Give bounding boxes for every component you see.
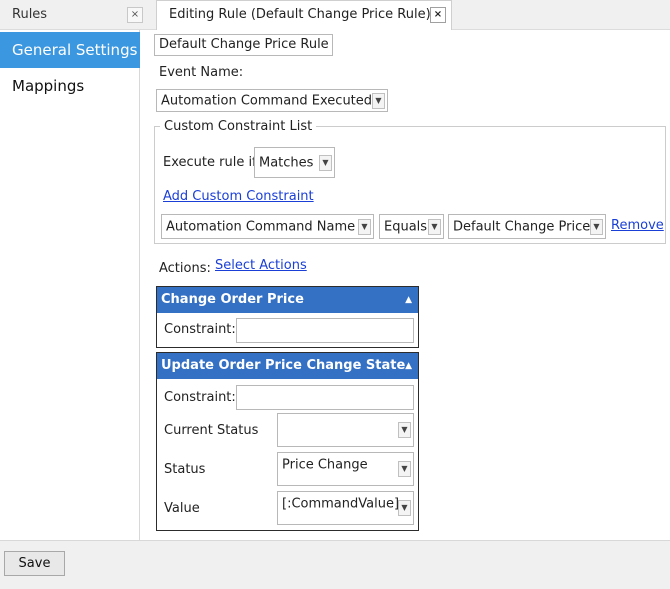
chevron-down-icon: ▼ [398, 500, 411, 516]
action-panel-header[interactable]: Update Order Price Change State ▲ [157, 353, 418, 379]
chevron-down-icon: ▼ [319, 154, 332, 171]
action-panel-header[interactable]: Change Order Price ▲ [157, 287, 418, 313]
tab-editing-rule[interactable]: Editing Rule (Default Change Price Rule)… [156, 0, 452, 31]
custom-constraint-group-title: Custom Constraint List [160, 119, 317, 134]
remove-constraint-link[interactable]: Remove [611, 218, 664, 233]
constraint-field-select[interactable]: Automation Command Name ▼ [161, 214, 374, 239]
constraint-input[interactable] [236, 318, 414, 343]
chevron-down-icon: ▼ [428, 218, 441, 235]
select-actions-link[interactable]: Select Actions [215, 258, 307, 273]
execute-rule-select[interactable]: Matches ▼ [254, 147, 335, 178]
action-panel-update-order-price-change-state: Update Order Price Change State ▲ Constr… [156, 352, 419, 531]
value-select[interactable]: [:CommandValue] ▼ [277, 491, 414, 525]
rules-panel-title: Rules [12, 7, 48, 22]
tab-label: Editing Rule (Default Change Price Rule) [169, 7, 431, 22]
rules-panel-close-icon[interactable]: × [127, 7, 143, 23]
sidebar-item-mappings[interactable]: Mappings [0, 68, 140, 104]
tab-close-icon[interactable]: × [430, 7, 446, 23]
execute-rule-label: Execute rule if [163, 155, 257, 170]
actions-label: Actions: [159, 261, 211, 276]
action-panel-change-order-price: Change Order Price ▲ Constraint: [156, 286, 419, 348]
add-custom-constraint-link[interactable]: Add Custom Constraint [163, 189, 314, 204]
status-select[interactable]: Price Change ▼ [277, 452, 414, 486]
tab-strip: Editing Rule (Default Change Price Rule)… [152, 0, 670, 31]
collapse-icon[interactable]: ▲ [405, 353, 412, 379]
sidebar-item-label: General Settings [12, 41, 138, 59]
chevron-down-icon: ▼ [398, 422, 411, 438]
value-label: Value [164, 501, 200, 516]
rules-panel-header: Rules × [0, 0, 152, 30]
current-status-label: Current Status [164, 423, 259, 438]
chevron-down-icon: ▼ [358, 218, 371, 235]
collapse-icon[interactable]: ▲ [405, 287, 412, 313]
constraint-value-select[interactable]: Default Change Price ▼ [448, 214, 606, 239]
constraint-label: Constraint: [164, 322, 236, 337]
sidebar-item-general-settings[interactable]: General Settings [0, 32, 148, 68]
rule-name-input[interactable]: Default Change Price Rule [154, 34, 333, 56]
constraint-input[interactable] [236, 385, 414, 410]
current-status-select[interactable]: ▼ [277, 413, 414, 447]
chevron-down-icon: ▼ [372, 92, 385, 109]
rules-sidebar: General Settings Mappings [0, 30, 148, 540]
action-panel-title: Update Order Price Change State [161, 358, 406, 373]
rule-editor: Default Change Price Rule Event Name: Au… [140, 30, 670, 540]
status-label: Status [164, 462, 206, 477]
action-panel-title: Change Order Price [161, 292, 304, 307]
constraint-label: Constraint: [164, 390, 236, 405]
chevron-down-icon: ▼ [398, 461, 411, 477]
constraint-operator-select[interactable]: Equals ▼ [379, 214, 444, 239]
event-name-select[interactable]: Automation Command Executed ▼ [156, 89, 388, 112]
save-button[interactable]: Save [4, 551, 65, 576]
event-name-label: Event Name: [159, 65, 244, 80]
sidebar-item-label: Mappings [12, 77, 85, 95]
footer-bar: Save [0, 540, 670, 589]
chevron-down-icon: ▼ [590, 218, 603, 235]
